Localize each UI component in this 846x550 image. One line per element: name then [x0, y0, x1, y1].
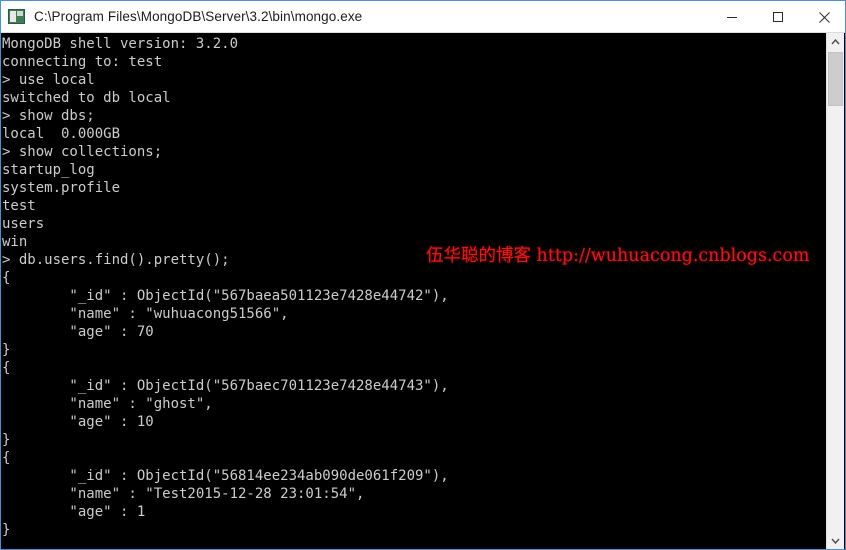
- maximize-button[interactable]: [755, 1, 801, 33]
- chevron-up-icon[interactable]: [827, 33, 844, 50]
- console-window: C:\Program Files\MongoDB\Server\3.2\bin\…: [0, 0, 846, 550]
- scrollbar-thumb[interactable]: [828, 52, 843, 106]
- terminal-text: MongoDB shell version: 3.2.0 connecting …: [2, 36, 449, 538]
- scrollbar-track[interactable]: [827, 50, 844, 532]
- window-title: C:\Program Files\MongoDB\Server\3.2\bin\…: [34, 9, 363, 24]
- console-icon: [8, 9, 25, 24]
- terminal-output-area[interactable]: MongoDB shell version: 3.2.0 connecting …: [1, 33, 828, 549]
- close-button[interactable]: [801, 1, 845, 33]
- window-controls: [709, 1, 845, 33]
- title-bar[interactable]: C:\Program Files\MongoDB\Server\3.2\bin\…: [1, 0, 845, 33]
- vertical-scrollbar[interactable]: [826, 33, 844, 549]
- watermark-text: 伍华聪的博客 http://wuhuacong.cnblogs.com: [426, 246, 810, 266]
- chevron-down-icon[interactable]: [827, 532, 844, 549]
- minimize-button[interactable]: [709, 1, 755, 33]
